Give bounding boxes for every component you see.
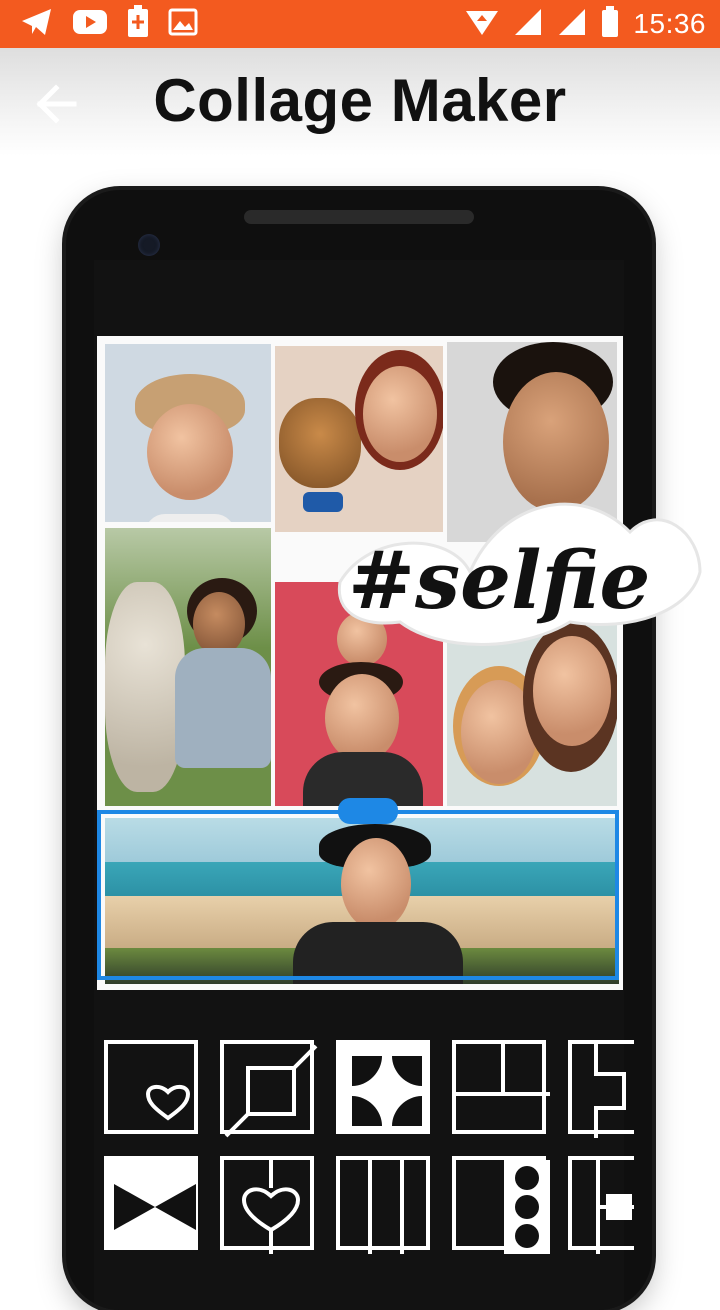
shirt bbox=[175, 648, 271, 768]
selected-cell-frame[interactable] bbox=[97, 810, 619, 980]
sticker-text: #selfie bbox=[348, 533, 650, 627]
phone-speaker bbox=[244, 210, 474, 224]
bow-tie-icon bbox=[114, 1184, 196, 1230]
template-side-slots[interactable] bbox=[568, 1040, 634, 1138]
face bbox=[147, 404, 233, 500]
page-title: Collage Maker bbox=[153, 67, 567, 134]
clock: 15:36 bbox=[633, 8, 706, 39]
three-columns-icon bbox=[368, 1160, 404, 1254]
phone-camera bbox=[138, 234, 160, 256]
side-slots-icon bbox=[594, 1044, 626, 1138]
collage-cell-1[interactable] bbox=[105, 344, 271, 522]
dot-column-icon bbox=[504, 1160, 550, 1254]
collage-cell-4[interactable] bbox=[105, 528, 271, 806]
youtube-icon bbox=[72, 8, 108, 41]
signal-icon-2 bbox=[557, 7, 587, 42]
heart-cutout-icon bbox=[241, 1160, 301, 1254]
template-three-panel[interactable] bbox=[452, 1040, 550, 1134]
template-bow-tie[interactable] bbox=[104, 1156, 198, 1250]
template-heart-cutout[interactable] bbox=[220, 1156, 314, 1254]
template-picker bbox=[104, 1040, 634, 1280]
template-three-columns[interactable] bbox=[336, 1156, 430, 1254]
cross-grid-icon bbox=[596, 1160, 634, 1254]
face bbox=[363, 366, 437, 462]
image-icon bbox=[168, 8, 198, 41]
template-cross-grid[interactable] bbox=[568, 1156, 634, 1254]
telegram-icon bbox=[20, 7, 54, 42]
shirt bbox=[145, 514, 235, 522]
heart-frame-icon bbox=[145, 1085, 191, 1121]
flower-grid-icon bbox=[352, 1056, 422, 1126]
data-saver-icon bbox=[465, 7, 499, 42]
status-bar: 15:36 bbox=[0, 0, 720, 48]
template-heart-frame[interactable] bbox=[104, 1040, 198, 1134]
face bbox=[193, 592, 245, 656]
three-panel-icon bbox=[456, 1044, 550, 1096]
template-diagonal-frame[interactable] bbox=[220, 1040, 318, 1138]
signal-icon bbox=[513, 7, 543, 42]
diagonal-frame-icon bbox=[224, 1044, 318, 1138]
selfie-sticker[interactable]: #selfie bbox=[330, 462, 710, 672]
face bbox=[325, 674, 399, 762]
dog bbox=[105, 582, 185, 792]
template-flower-grid[interactable] bbox=[336, 1040, 430, 1134]
app-header: Collage Maker bbox=[0, 48, 720, 156]
template-dot-column[interactable] bbox=[452, 1156, 550, 1254]
battery-saver-icon bbox=[126, 4, 150, 44]
resize-handle[interactable] bbox=[338, 798, 398, 824]
status-left-icons bbox=[0, 4, 198, 44]
status-right: 15:36 bbox=[465, 0, 706, 48]
battery-icon bbox=[601, 5, 619, 43]
